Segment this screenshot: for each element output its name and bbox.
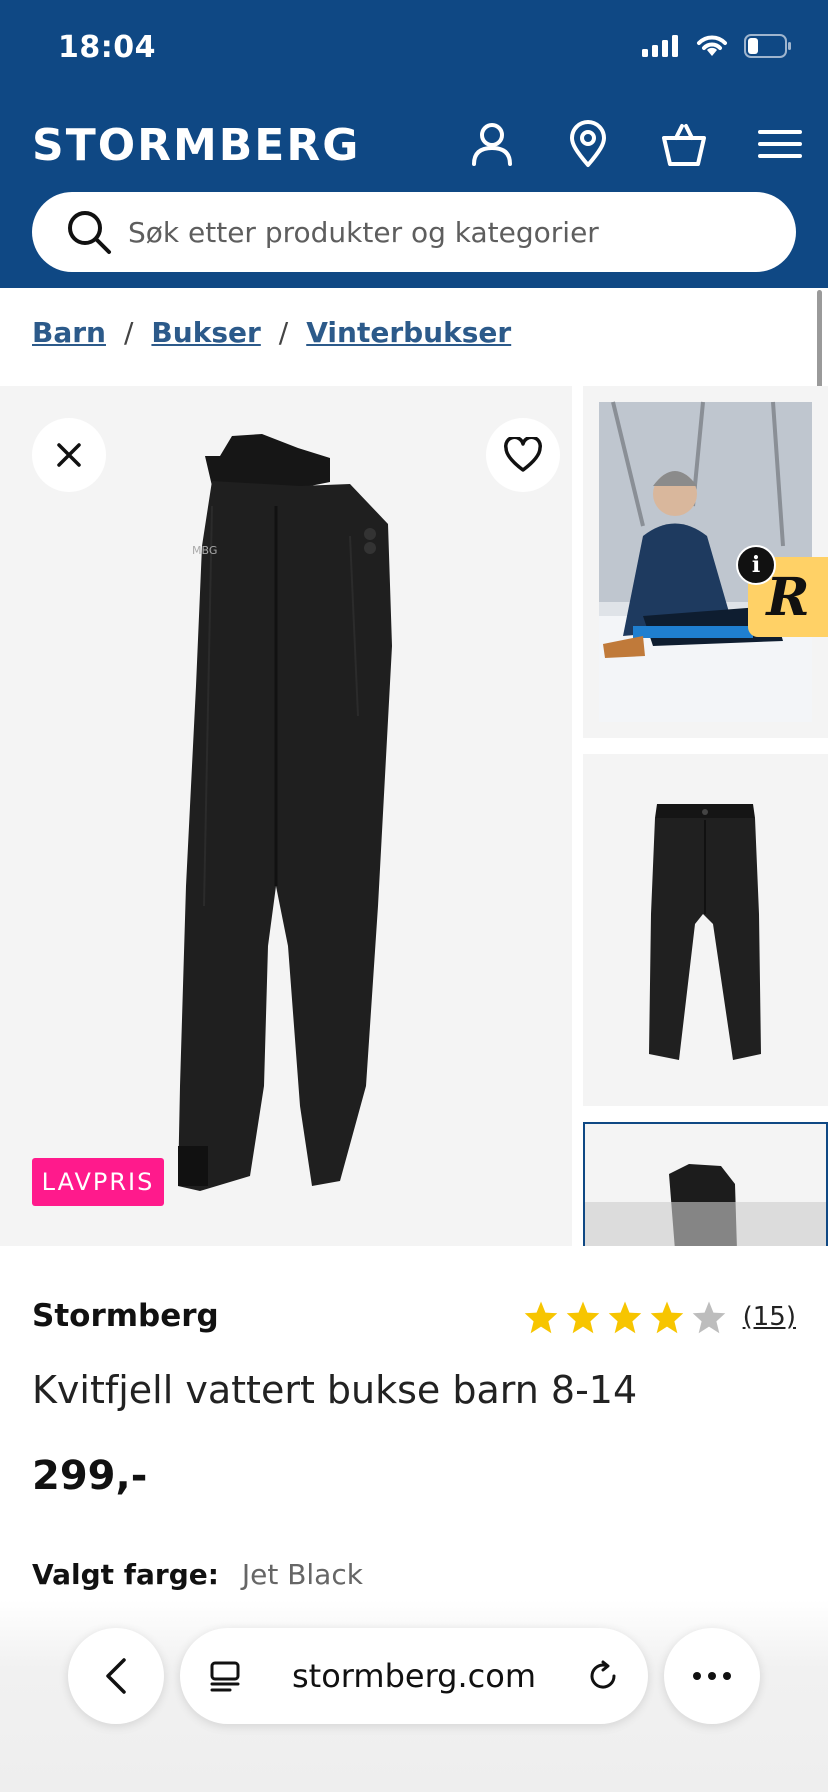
breadcrumb-link-bukser[interactable]: Bukser (151, 316, 260, 349)
browser-back-button[interactable] (68, 1628, 164, 1724)
close-button[interactable] (32, 418, 106, 492)
browser-more-button[interactable] (664, 1628, 760, 1724)
reader-icon[interactable] (208, 1659, 242, 1693)
wifi-icon (697, 35, 727, 56)
product-main-image[interactable]: MBG (0, 386, 572, 1246)
breadcrumb-separator: / (123, 316, 134, 349)
cellular-signal-icon (642, 35, 678, 57)
browser-url[interactable]: stormberg.com (292, 1657, 536, 1695)
status-time: 18:04 (58, 30, 156, 65)
chevron-left-icon (106, 1658, 126, 1694)
breadcrumb-separator: / (278, 316, 289, 349)
hamburger-menu-icon[interactable] (756, 120, 804, 168)
product-brand[interactable]: Stormberg (32, 1298, 219, 1334)
review-count-link[interactable]: (15) (743, 1302, 796, 1332)
selected-color-row: Valgt farge: Jet Black (32, 1558, 363, 1591)
selected-color-value: Jet Black (241, 1558, 363, 1591)
close-icon (57, 443, 81, 467)
battery-low-icon (744, 34, 791, 58)
search-bar[interactable]: Søk etter produkter og kategorier (32, 192, 796, 272)
pants-side-photo (585, 1164, 826, 1246)
selected-color-label: Valgt farge: (32, 1558, 219, 1591)
page-scrollbar[interactable] (817, 290, 822, 400)
reload-icon[interactable] (586, 1659, 620, 1693)
thumbnail-side[interactable] (583, 1122, 828, 1246)
svg-text:MBG: MBG (192, 544, 217, 557)
user-icon[interactable] (468, 120, 516, 168)
star-filled-icon (566, 1301, 599, 1334)
pants-front-photo (649, 804, 761, 1060)
star-empty-icon (692, 1301, 725, 1334)
search-icon (68, 211, 111, 254)
site-header: 18:04 STORMBERG Søk etter produkter og k… (0, 0, 828, 288)
heart-icon (504, 437, 542, 472)
product-title: Kvitfjell vattert bukse barn 8-14 (32, 1368, 638, 1412)
location-pin-icon[interactable] (564, 120, 612, 168)
thumbnail-front[interactable] (583, 754, 828, 1106)
favorite-button[interactable] (486, 418, 560, 492)
stormberg-logo[interactable]: STORMBERG (32, 120, 360, 171)
breadcrumb: Barn / Bukser / Vinterbukser (32, 316, 511, 349)
star-filled-icon (650, 1301, 683, 1334)
product-price: 299,- (32, 1453, 148, 1499)
product-pants-image: MBG (178, 434, 392, 1191)
breadcrumb-link-barn[interactable]: Barn (32, 316, 106, 349)
star-filled-icon (524, 1301, 557, 1334)
more-dots-icon (693, 1672, 731, 1680)
lowprice-badge: LAVPRIS (32, 1158, 164, 1206)
shopping-bag-icon[interactable] (660, 120, 708, 168)
star-filled-icon (608, 1301, 641, 1334)
browser-address-bar[interactable]: stormberg.com (180, 1628, 648, 1724)
thumbnail-list (583, 386, 828, 1246)
status-icons (642, 34, 792, 58)
product-rating[interactable]: (15) (523, 1300, 796, 1334)
info-icon[interactable]: i (736, 545, 776, 585)
breadcrumb-link-vinterbukser[interactable]: Vinterbukser (306, 316, 511, 349)
search-placeholder: Søk etter produkter og kategorier (128, 215, 599, 249)
